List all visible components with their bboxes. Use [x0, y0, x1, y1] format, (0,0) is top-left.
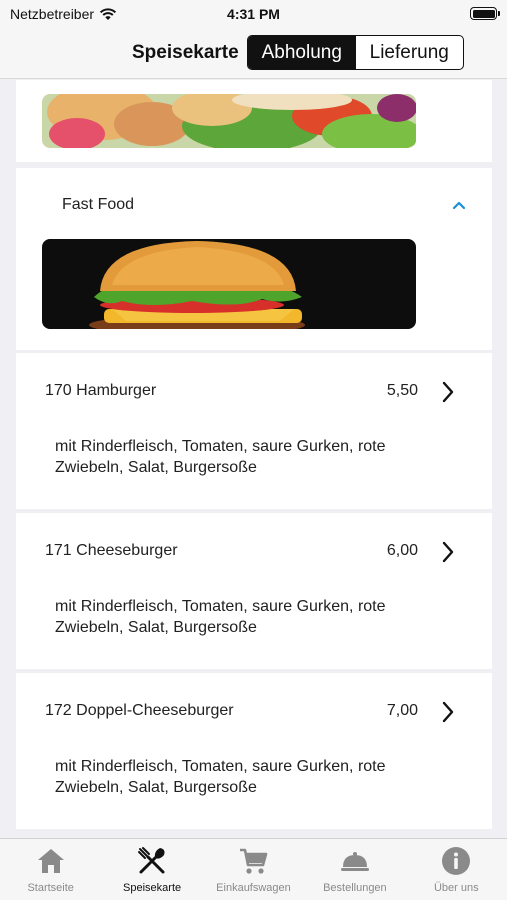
info-icon: [442, 847, 471, 875]
item-name: 171 Cheeseburger: [45, 542, 178, 559]
battery-icon: [470, 7, 500, 20]
tab-about[interactable]: Über uns: [406, 839, 507, 900]
segment-pickup[interactable]: Abholung: [248, 36, 356, 69]
tab-label: Einkaufswagen: [216, 882, 291, 894]
tab-home[interactable]: Startseite: [0, 839, 101, 900]
tab-menu[interactable]: Speisekarte: [101, 839, 202, 900]
item-price: 7,00: [386, 702, 418, 719]
item-description: mit Rinderfleisch, Tomaten, saure Gurken…: [55, 598, 386, 636]
menu-list[interactable]: Fast Food 170 Hamburger 5,50 mit Rinderf…: [0, 80, 507, 838]
burger-banner-image: [42, 239, 416, 329]
navigation-bar: Speisekarte Abholung Lieferung: [0, 28, 507, 79]
tab-label: Speisekarte: [123, 882, 182, 894]
home-icon: [37, 849, 64, 873]
category-card-fast-food[interactable]: Fast Food: [16, 168, 492, 350]
status-bar: Netzbetreiber 4:31 PM: [0, 0, 507, 28]
tab-bar: Startseite Speisekarte Einkaufswagen Bes…: [0, 838, 507, 900]
tab-label: Bestellungen: [323, 882, 387, 894]
menu-item-hamburger[interactable]: 170 Hamburger 5,50 mit Rinderfleisch, To…: [16, 353, 492, 509]
item-description: mit Rinderfleisch, Tomaten, saure Gurken…: [55, 758, 386, 796]
item-name: 170 Hamburger: [45, 382, 157, 399]
tab-orders[interactable]: Bestellungen: [304, 839, 405, 900]
fork-knife-icon: [138, 847, 165, 874]
tab-label: Startseite: [27, 882, 74, 894]
status-time: 4:31 PM: [227, 6, 280, 22]
cloche-icon: [340, 852, 369, 871]
order-mode-segmented-control: Abholung Lieferung: [247, 35, 464, 70]
tab-cart[interactable]: Einkaufswagen: [203, 839, 304, 900]
chevron-right-icon[interactable]: [440, 540, 456, 564]
previous-category-card[interactable]: [16, 80, 492, 162]
item-price: 5,50: [386, 382, 418, 399]
chevron-right-icon[interactable]: [440, 380, 456, 404]
category-title: Fast Food: [62, 196, 135, 213]
menu-item-double-cheeseburger[interactable]: 172 Doppel-Cheeseburger 7,00 mit Rinderf…: [16, 673, 492, 829]
chevron-up-icon[interactable]: [452, 198, 466, 212]
chevron-right-icon[interactable]: [440, 700, 456, 724]
tab-label: Über uns: [433, 882, 479, 894]
menu-item-cheeseburger[interactable]: 171 Cheeseburger 6,00 mit Rinderfleisch,…: [16, 513, 492, 669]
salad-banner-image: [42, 94, 416, 148]
item-description: mit Rinderfleisch, Tomaten, saure Gurken…: [55, 438, 386, 476]
item-price: 6,00: [386, 542, 418, 559]
cart-icon: [240, 848, 268, 874]
item-name: 172 Doppel-Cheeseburger: [45, 702, 234, 719]
segment-delivery[interactable]: Lieferung: [356, 36, 464, 69]
page-title: Speisekarte: [132, 42, 239, 63]
